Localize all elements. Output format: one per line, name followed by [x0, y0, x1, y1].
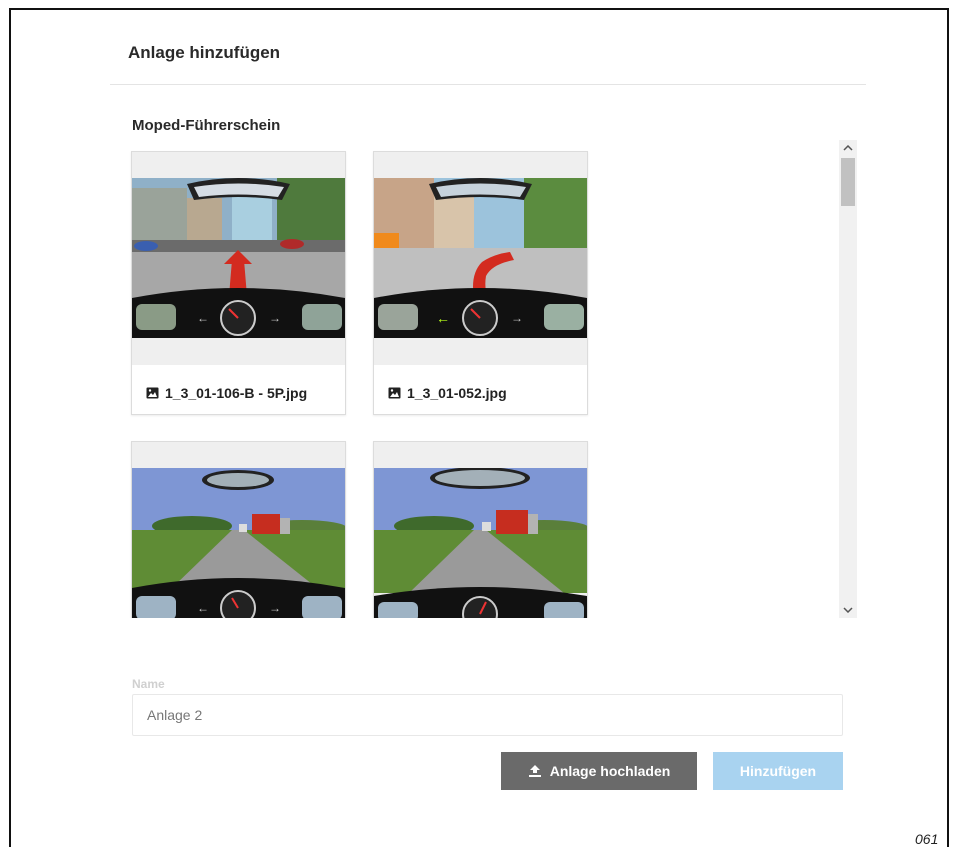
svg-text:→: →: [511, 311, 523, 325]
svg-text:←: ←: [436, 310, 450, 326]
attachment-card[interactable]: ← → 1_3_01-106-B - 5P.jpg: [131, 151, 346, 415]
attachment-filename: 1_3_01-106-B - 5P.jpg: [146, 385, 307, 401]
attachment-gallery[interactable]: ← → 1_3_01-106-B - 5P.jpg ← → 1_3_01-052…: [128, 140, 859, 618]
image-icon: [388, 387, 401, 399]
upload-button-label: Anlage hochladen: [549, 763, 671, 779]
scroll-down-button[interactable]: [839, 602, 857, 618]
image-icon: [146, 387, 159, 399]
attachment-card[interactable]: ← →: [131, 441, 346, 618]
upload-attachment-button[interactable]: Anlage hochladen: [501, 752, 697, 790]
scroll-up-button[interactable]: [839, 140, 857, 156]
chevron-up-icon: [843, 145, 853, 151]
attachment-thumbnail: [374, 468, 587, 618]
attachment-thumbnail: ← →: [374, 178, 587, 338]
attachment-thumbnail: ← →: [132, 178, 345, 338]
svg-text:→: →: [269, 601, 281, 615]
attachment-filename: 1_3_01-052.jpg: [388, 385, 507, 401]
add-button-label: Hinzufügen: [739, 763, 817, 779]
svg-text:→: →: [269, 311, 281, 325]
chevron-down-icon: [843, 607, 853, 613]
scroll-thumb[interactable]: [841, 158, 855, 206]
name-input[interactable]: [132, 694, 843, 736]
attachment-card[interactable]: [373, 441, 588, 618]
add-button[interactable]: Hinzufügen: [713, 752, 843, 790]
page-number: 061: [915, 831, 939, 847]
attachment-thumbnail: ← →: [132, 468, 345, 618]
name-label: Name: [132, 677, 165, 691]
svg-text:←: ←: [197, 311, 209, 325]
gallery-scrollbar[interactable]: [839, 140, 857, 618]
title-divider: [110, 84, 866, 85]
attachment-card[interactable]: ← → 1_3_01-052.jpg: [373, 151, 588, 415]
upload-icon: [528, 765, 541, 777]
svg-text:←: ←: [197, 601, 209, 615]
attachment-filename-text: 1_3_01-052.jpg: [407, 385, 507, 401]
attachment-filename-text: 1_3_01-106-B - 5P.jpg: [165, 385, 308, 401]
section-title: Moped-Führerschein: [132, 117, 281, 134]
dialog-title: Anlage hinzufügen: [128, 43, 281, 62]
